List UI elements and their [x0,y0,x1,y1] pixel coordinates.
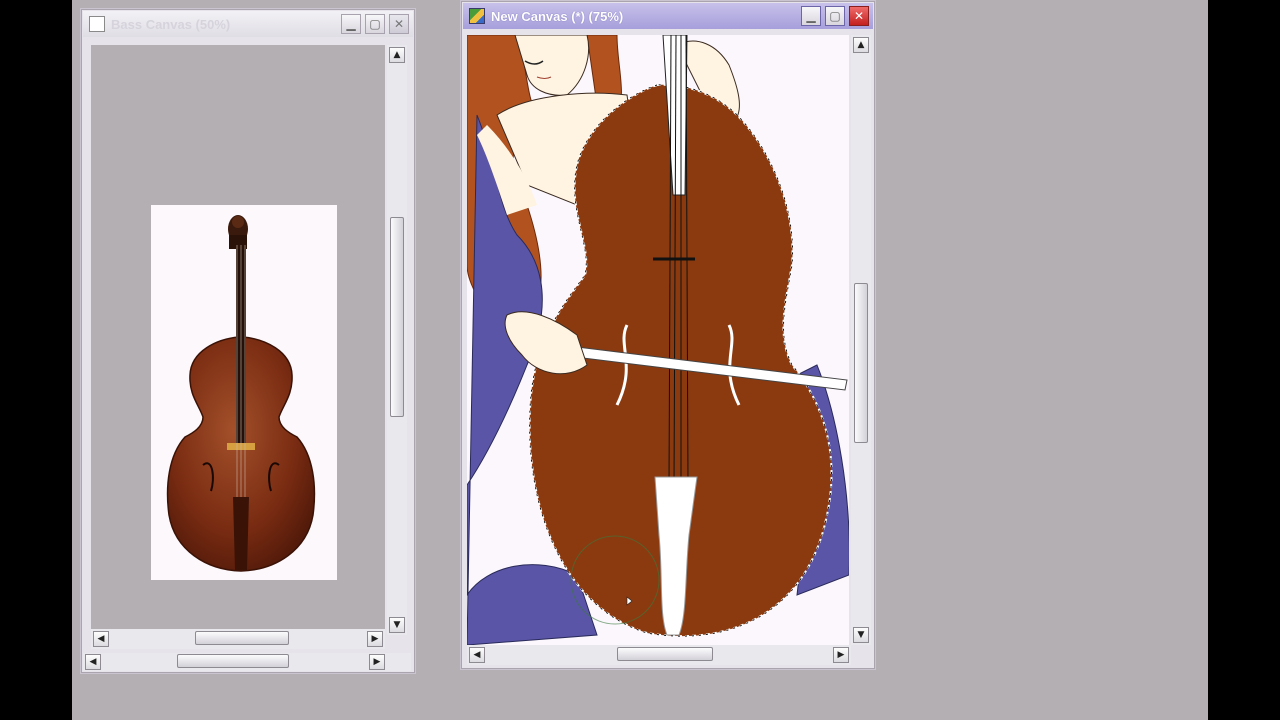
right-screen-border [1208,0,1280,720]
reference-canvas-viewport[interactable] [91,45,385,635]
reference-vertical-scrollbar[interactable]: ▲ ▼ [387,45,407,635]
reference-window-titlebar[interactable]: Bass Canvas (50%) ▁ ▢ ✕ [83,11,413,37]
arrow-left-icon[interactable]: ◀ [93,631,109,647]
main-horizontal-scrollbar[interactable]: ◀ ▶ [467,645,851,665]
arrow-right-icon[interactable]: ▶ [367,631,383,647]
main-horizontal-thumb[interactable] [617,647,713,661]
canvas-app-icon [469,8,485,24]
reference-window-title: Bass Canvas (50%) [111,17,231,32]
main-canvas-window[interactable]: New Canvas (*) (75%) ▁ ▢ ✕ ▲ ▼ ◀ ▶ [460,0,876,670]
main-window-titlebar[interactable]: New Canvas (*) (75%) ▁ ▢ ✕ [463,3,873,29]
maximize-icon[interactable]: ▢ [365,14,385,34]
main-vertical-scrollbar[interactable]: ▲ ▼ [851,35,871,645]
reference-outer-thumb[interactable] [177,654,289,668]
canvas-app-icon [89,16,105,32]
main-canvas-viewport[interactable] [467,35,849,645]
reference-horizontal-thumb[interactable] [195,631,289,645]
left-screen-border [0,0,72,720]
close-icon[interactable]: ✕ [849,6,869,26]
cellist-drawing [467,35,849,645]
minimize-icon[interactable]: ▁ [801,6,821,26]
arrow-left-icon[interactable]: ◀ [469,647,485,663]
reference-horizontal-scrollbar[interactable]: ◀ ▶ [91,629,385,649]
arrow-up-icon[interactable]: ▲ [853,37,869,53]
arrow-right-icon[interactable]: ▶ [369,654,385,670]
double-bass-reference-image [151,205,337,580]
arrow-down-icon[interactable]: ▼ [389,617,405,633]
arrow-down-icon[interactable]: ▼ [853,627,869,643]
arrow-up-icon[interactable]: ▲ [389,47,405,63]
maximize-icon[interactable]: ▢ [825,6,845,26]
reference-vertical-thumb[interactable] [390,217,404,417]
minimize-icon[interactable]: ▁ [341,14,361,34]
reference-outer-scrollbar[interactable]: ◀ ▶ [83,653,411,671]
arrow-left-icon[interactable]: ◀ [85,654,101,670]
main-vertical-thumb[interactable] [854,283,868,443]
close-icon[interactable]: ✕ [389,14,409,34]
reference-canvas-window[interactable]: Bass Canvas (50%) ▁ ▢ ✕ ▲ ▼ ◀ ▶ ◀ ▶ [80,8,416,674]
canvas-workspace[interactable]: Bass Canvas (50%) ▁ ▢ ✕ ▲ ▼ ◀ ▶ ◀ ▶ New … [72,0,1208,720]
main-window-title: New Canvas (*) (75%) [491,9,624,24]
arrow-right-icon[interactable]: ▶ [833,647,849,663]
